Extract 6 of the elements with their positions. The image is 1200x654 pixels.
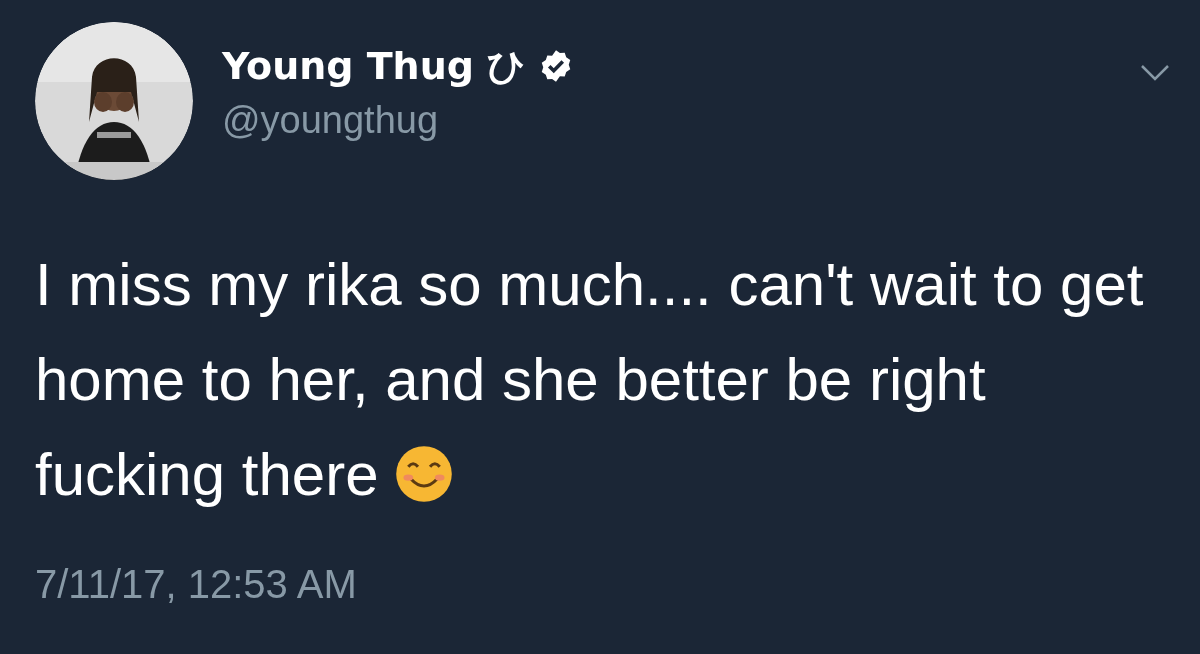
tweet-text: I miss my rika so much.... can't wait to get home to her, and she better be right fucking there (35, 250, 1145, 510)
display-name: Young Thug ひ (222, 43, 527, 90)
timestamp: 7/11/17, 12:53 AM (35, 561, 357, 608)
smiling-face-icon (395, 445, 454, 503)
handle: @youngthug (222, 98, 440, 143)
chevron-down-icon[interactable] (1140, 64, 1170, 82)
